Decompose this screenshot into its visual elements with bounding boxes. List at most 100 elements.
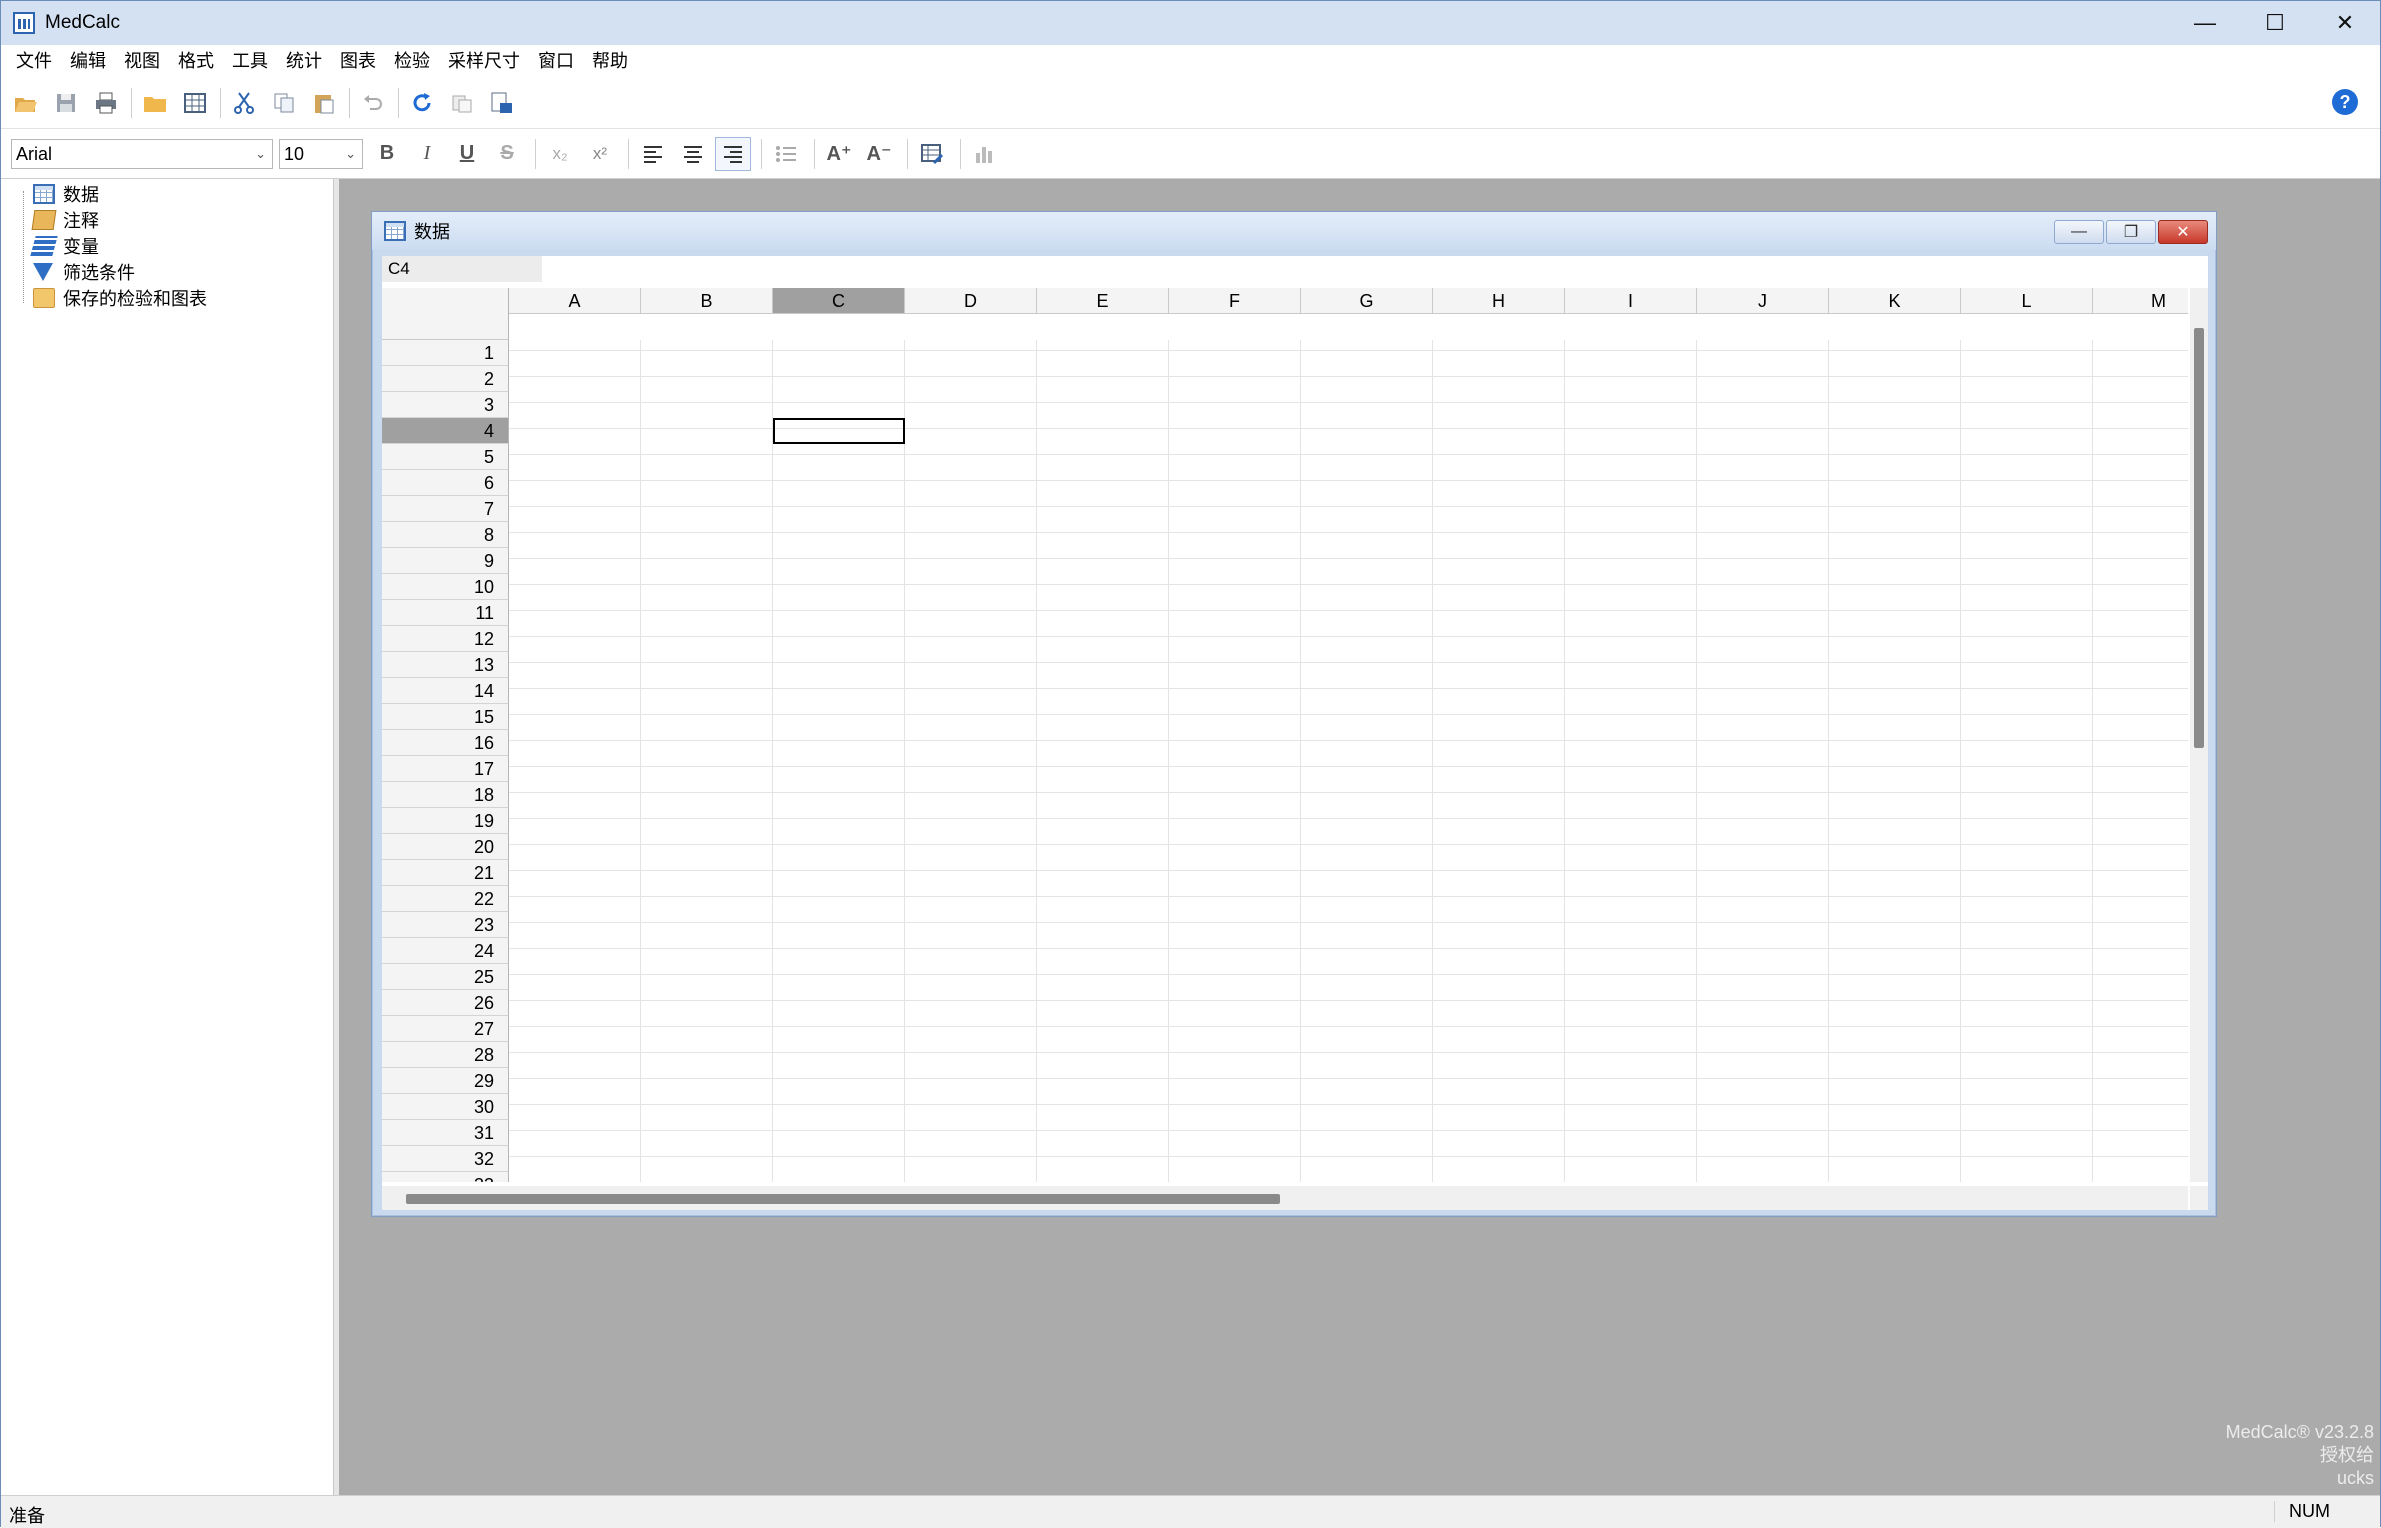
menu-help[interactable]: 帮助 — [583, 45, 637, 77]
row-header-20[interactable]: 20 — [382, 834, 509, 860]
spreadsheet-grid[interactable]: A B C D E F G H I J K L M 1 2 3 4 5 6 7 8 9 10 11 12 13 14 15 16 17 18… — [382, 288, 2188, 1182]
chart-format-icon[interactable] — [967, 137, 1003, 171]
row-header-33[interactable]: 33 — [382, 1172, 509, 1182]
row-header-25[interactable]: 25 — [382, 964, 509, 990]
menu-file[interactable]: 文件 — [7, 45, 61, 77]
row-header-30[interactable]: 30 — [382, 1094, 509, 1120]
print-icon[interactable] — [91, 88, 121, 118]
maximize-button[interactable]: ☐ — [2240, 1, 2310, 45]
row-header-32[interactable]: 32 — [382, 1146, 509, 1172]
active-cell[interactable] — [773, 418, 905, 444]
row-header-1[interactable]: 1 — [382, 340, 509, 366]
menu-statistics[interactable]: 统计 — [277, 45, 331, 77]
row-header-15[interactable]: 15 — [382, 704, 509, 730]
tree-item-variables[interactable]: 变量 — [30, 233, 99, 259]
menu-format[interactable]: 格式 — [169, 45, 223, 77]
row-header-18[interactable]: 18 — [382, 782, 509, 808]
row-header-23[interactable]: 23 — [382, 912, 509, 938]
column-header-f[interactable]: F — [1169, 288, 1301, 314]
menu-view[interactable]: 视图 — [115, 45, 169, 77]
tree-item-saved[interactable]: 保存的检验和图表 — [33, 285, 207, 311]
column-header-m[interactable]: M — [2093, 288, 2188, 314]
font-size-select[interactable]: 10 ⌄ — [279, 138, 363, 169]
child-restore-button[interactable]: ❐ — [2106, 220, 2156, 244]
horizontal-scrollbar[interactable] — [382, 1186, 2188, 1210]
row-header-13[interactable]: 13 — [382, 652, 509, 678]
grid-corner[interactable] — [382, 288, 509, 340]
align-center-button[interactable] — [675, 137, 711, 171]
vertical-scrollbar[interactable] — [2190, 288, 2208, 1182]
refresh-icon[interactable] — [407, 88, 437, 118]
minimize-button[interactable]: — — [2170, 1, 2240, 45]
spreadsheet-title-bar[interactable]: 数据 — ❐ ✕ — [372, 212, 2216, 250]
tree-item-filters[interactable]: 筛选条件 — [33, 259, 135, 285]
child-close-button[interactable]: ✕ — [2158, 220, 2208, 244]
row-header-26[interactable]: 26 — [382, 990, 509, 1016]
row-header-11[interactable]: 11 — [382, 600, 509, 626]
menu-tests[interactable]: 检验 — [385, 45, 439, 77]
row-header-28[interactable]: 28 — [382, 1042, 509, 1068]
shrink-font-button[interactable]: A⁻ — [861, 137, 897, 171]
column-header-e[interactable]: E — [1037, 288, 1169, 314]
row-header-24[interactable]: 24 — [382, 938, 509, 964]
menu-window[interactable]: 窗口 — [529, 45, 583, 77]
column-header-h[interactable]: H — [1433, 288, 1565, 314]
column-header-j[interactable]: J — [1697, 288, 1829, 314]
row-header-9[interactable]: 9 — [382, 548, 509, 574]
column-header-a[interactable]: A — [509, 288, 641, 314]
duplicate-icon[interactable] — [447, 88, 477, 118]
row-header-5[interactable]: 5 — [382, 444, 509, 470]
bold-button[interactable]: B — [369, 137, 405, 171]
superscript-button[interactable]: x² — [582, 137, 618, 171]
column-header-c[interactable]: C — [773, 288, 905, 314]
font-select[interactable]: Arial ⌄ — [11, 138, 273, 169]
column-header-g[interactable]: G — [1301, 288, 1433, 314]
open-icon[interactable] — [11, 88, 41, 118]
grid-cells[interactable] — [509, 340, 2188, 1182]
menu-tools[interactable]: 工具 — [223, 45, 277, 77]
column-header-k[interactable]: K — [1829, 288, 1961, 314]
copy-icon[interactable] — [269, 88, 299, 118]
row-header-7[interactable]: 7 — [382, 496, 509, 522]
undo-icon[interactable] — [358, 88, 388, 118]
row-header-4[interactable]: 4 — [382, 418, 509, 444]
horizontal-scroll-thumb[interactable] — [406, 1194, 1280, 1204]
row-header-3[interactable]: 3 — [382, 392, 509, 418]
cut-icon[interactable] — [229, 88, 259, 118]
save-icon[interactable] — [51, 88, 81, 118]
align-right-button[interactable] — [715, 136, 751, 171]
bullet-list-button[interactable] — [768, 137, 804, 171]
italic-button[interactable]: I — [409, 137, 445, 171]
tree-item-data[interactable]: 数据 — [33, 181, 99, 207]
row-header-31[interactable]: 31 — [382, 1120, 509, 1146]
close-button[interactable]: ✕ — [2310, 1, 2380, 45]
export-icon[interactable] — [487, 88, 517, 118]
row-header-6[interactable]: 6 — [382, 470, 509, 496]
align-left-button[interactable] — [635, 137, 671, 171]
column-header-i[interactable]: I — [1565, 288, 1697, 314]
row-header-12[interactable]: 12 — [382, 626, 509, 652]
open-folder-icon[interactable] — [140, 88, 170, 118]
subscript-button[interactable]: x₂ — [542, 137, 578, 171]
tree-item-notes[interactable]: 注释 — [31, 207, 99, 233]
column-header-d[interactable]: D — [905, 288, 1037, 314]
cell-edit-field[interactable] — [542, 256, 2208, 282]
spreadsheet-icon[interactable] — [180, 88, 210, 118]
grow-font-button[interactable]: A⁺ — [821, 137, 857, 171]
child-minimize-button[interactable]: — — [2054, 220, 2104, 244]
row-header-14[interactable]: 14 — [382, 678, 509, 704]
row-header-27[interactable]: 27 — [382, 1016, 509, 1042]
menu-graphs[interactable]: 图表 — [331, 45, 385, 77]
row-header-19[interactable]: 19 — [382, 808, 509, 834]
row-header-8[interactable]: 8 — [382, 522, 509, 548]
underline-button[interactable]: U — [449, 137, 485, 171]
paste-icon[interactable] — [309, 88, 339, 118]
help-icon[interactable]: ? — [2332, 89, 2358, 115]
menu-edit[interactable]: 编辑 — [61, 45, 115, 77]
row-header-17[interactable]: 17 — [382, 756, 509, 782]
column-header-l[interactable]: L — [1961, 288, 2093, 314]
row-header-2[interactable]: 2 — [382, 366, 509, 392]
column-header-b[interactable]: B — [641, 288, 773, 314]
vertical-scroll-thumb[interactable] — [2194, 328, 2204, 748]
row-header-22[interactable]: 22 — [382, 886, 509, 912]
